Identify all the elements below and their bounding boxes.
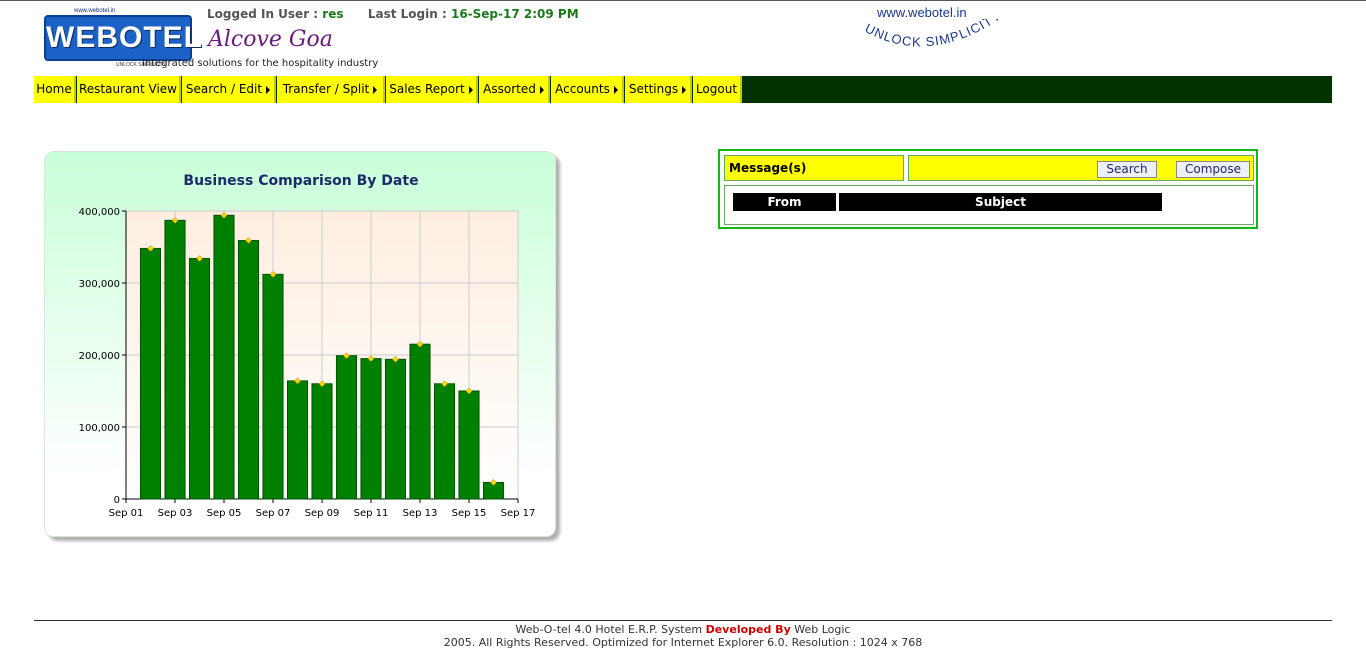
footer-line-1: Web-O-tel 4.0 Hotel E.R.P. System Develo… xyxy=(0,623,1366,636)
x-tick-label: Sep 09 xyxy=(305,508,340,519)
main-nav: Home Restaurant View Search / Edit Transfer… xyxy=(34,76,1332,103)
logo-url-small: www.webotel.in xyxy=(74,8,116,14)
nav-item-label: Logout xyxy=(695,82,738,96)
bar xyxy=(262,273,284,500)
bar xyxy=(335,355,358,500)
nav-item-label: Search / Edit xyxy=(185,82,263,96)
submenu-arrow-icon xyxy=(468,85,473,94)
messages-toolbar: Search Compose xyxy=(908,155,1254,181)
nav-item-label: Transfer / Split xyxy=(282,82,370,96)
business-chart: 0 100,000 200,000 300,000 400,000 Sep 01 Sep 0… xyxy=(79,207,536,519)
nav-item-label: Settings xyxy=(628,82,679,96)
submenu-arrow-icon xyxy=(373,85,378,94)
logged-in-user: res xyxy=(322,7,344,21)
messages-panel: Message(s) Search Compose From Subject xyxy=(718,149,1258,229)
bar xyxy=(213,214,235,500)
search-button[interactable]: Search xyxy=(1097,161,1157,178)
bar xyxy=(311,383,333,500)
messages-title: Message(s) xyxy=(724,155,904,181)
submenu-arrow-icon xyxy=(539,85,544,94)
x-tick-label: Sep 17 xyxy=(501,508,536,519)
bar xyxy=(139,247,162,500)
submenu-arrow-icon xyxy=(613,85,618,94)
bar xyxy=(164,219,186,500)
footer-system: Web-O-tel 4.0 Hotel E.R.P. System xyxy=(515,623,703,636)
messages-table: From Subject xyxy=(724,185,1254,225)
footer-developed-by: Developed By xyxy=(705,623,791,636)
nav-item-accounts[interactable]: Accounts xyxy=(551,76,624,103)
x-tick-label: Sep 01 xyxy=(109,508,144,519)
x-tick-label: Sep 13 xyxy=(403,508,438,519)
brand-url: www.webotel.in xyxy=(877,5,967,20)
bar xyxy=(458,390,480,500)
logo-text: WEBOTEL xyxy=(46,21,203,54)
nav-item-sales-report[interactable]: Sales Report xyxy=(386,76,478,103)
x-tick-label: Sep 05 xyxy=(207,508,242,519)
submenu-arrow-icon xyxy=(682,85,687,94)
bar xyxy=(433,383,456,500)
nav-item-label: Sales Report xyxy=(389,82,465,96)
last-login-label: Last Login : xyxy=(367,7,447,21)
nav-item-restaurant-view[interactable]: Restaurant View xyxy=(77,76,181,103)
tagline: integrated solutions for the hospitality… xyxy=(142,58,379,69)
submenu-arrow-icon xyxy=(266,85,271,94)
y-tick-label: 200,000 xyxy=(79,351,120,362)
bar xyxy=(384,358,407,500)
x-tick-label: Sep 03 xyxy=(158,508,193,519)
y-tick-label: 300,000 xyxy=(79,279,120,290)
footer-divider xyxy=(34,620,1332,621)
y-tick-label: 100,000 xyxy=(79,423,120,434)
nav-item-assorted[interactable]: Assorted xyxy=(479,76,550,103)
nav-item-label: Restaurant View xyxy=(79,82,177,96)
brand-slogan: UNLOCK SIMPLICITY xyxy=(863,19,1004,50)
bar xyxy=(286,380,309,500)
hotel-name: Alcove Goa xyxy=(208,27,333,52)
nav-item-label: Assorted xyxy=(483,82,536,96)
x-tick-label: Sep 07 xyxy=(256,508,291,519)
column-header-subject[interactable]: Subject xyxy=(839,193,1162,211)
y-tick-label: 400,000 xyxy=(79,207,120,218)
nav-item-settings[interactable]: Settings xyxy=(625,76,692,103)
bar xyxy=(360,358,382,500)
nav-item-home[interactable]: Home xyxy=(34,76,76,103)
x-tick-label: Sep 11 xyxy=(354,508,389,519)
logged-in-label: Logged In User : xyxy=(207,7,319,21)
nav-item-label: Home xyxy=(36,82,72,96)
nav-item-logout[interactable]: Logout xyxy=(693,76,742,103)
nav-item-transfer-split[interactable]: Transfer / Split xyxy=(277,76,385,103)
business-chart-panel: Business Comparison By Date 0 100,000 200,… xyxy=(44,151,556,537)
compose-button[interactable]: Compose xyxy=(1176,161,1250,178)
logo-box: WEBOTEL xyxy=(44,15,203,61)
bar xyxy=(409,343,431,500)
footer-rights: 2005. All Rights Reserved. Optimized for… xyxy=(443,636,923,649)
nav-item-label: Accounts xyxy=(555,82,610,96)
bar xyxy=(237,240,260,500)
footer-developer: Web Logic xyxy=(794,623,851,636)
bar xyxy=(188,258,211,500)
svg-text:UNLOCK SIMPLICITY: UNLOCK SIMPLICITY xyxy=(863,19,1004,50)
brand-slogan-text: UNLOCK SIMPLICITY xyxy=(863,19,1003,50)
last-login-value: 16-Sep-17 2:09 PM xyxy=(450,7,579,21)
nav-item-search-edit[interactable]: Search / Edit xyxy=(182,76,276,103)
x-tick-label: Sep 15 xyxy=(452,508,487,519)
column-header-from[interactable]: From xyxy=(733,193,836,211)
login-info: Logged In User : res Last Login : 16-Sep… xyxy=(207,7,579,21)
y-tick-label: 0 xyxy=(114,495,120,506)
